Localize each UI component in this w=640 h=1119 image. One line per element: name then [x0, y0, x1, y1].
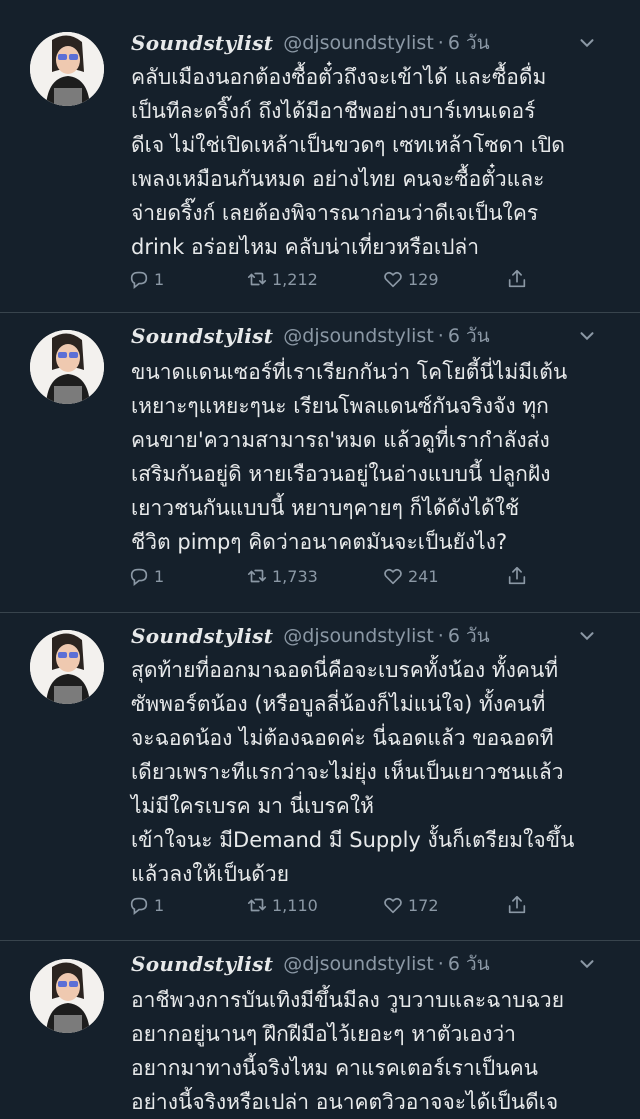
- tweet-text-line: ชีวิต pimpๆ คิดว่าอนาคตมันจะเป็นยังไง?: [131, 530, 508, 554]
- like-count: 241: [408, 566, 439, 586]
- tweet-header: Soundstylist @djsoundstylist · 6 วัน: [131, 621, 620, 651]
- tweet-text-line: เข้าใจนะ มีDemand มี Supply งั้นก็เตรียม…: [131, 828, 575, 852]
- reply-count: 1: [154, 895, 165, 915]
- author-name[interactable]: Soundstylist: [131, 324, 273, 348]
- chevron-down-icon[interactable]: [576, 625, 598, 647]
- avatar[interactable]: [30, 959, 104, 1033]
- retweet-icon: [247, 569, 267, 583]
- tweet-text: คลับเมืองนอกต้องซื้อตั๋วถึงจะเข้าได้ และ…: [131, 60, 631, 264]
- tweet-text: อาชีพวงการบันเทิงมีขึ้นมีลง วูบวาบและฉาบ…: [131, 983, 631, 1119]
- author-handle[interactable]: @djsoundstylist: [283, 953, 434, 975]
- author-handle[interactable]: @djsoundstylist: [283, 625, 434, 647]
- tweet-timestamp[interactable]: 6 วัน: [448, 28, 490, 58]
- tweet-actions: 1 1,110 172: [128, 890, 548, 920]
- tweet-text-line: ซัพพอร์ตน้อง (หรือบูลลี่น้องก็ไม่แน่ใจ) …: [131, 692, 546, 716]
- tweet[interactable]: Soundstylist @djsoundstylist · 6 วัน อาช…: [0, 941, 640, 1118]
- tweet-text-line: อย่างนี้จริงหรือเปล่า อนาคตวิวอาจจะได้เป…: [131, 1090, 559, 1114]
- chevron-down-icon[interactable]: [576, 32, 598, 54]
- tweet-actions: 1 1,212 129: [128, 264, 548, 294]
- retweet-button[interactable]: 1,733: [246, 561, 318, 591]
- tweet-text-line: เป็นทีละดริ๊งก์ ถึงได้มีอาชีพอย่างบาร์เท…: [131, 99, 536, 123]
- tweet-text-line: drink อร่อยไหม คลับน่าเที่ยวหรือเปล่า: [131, 235, 480, 259]
- tweet-text-line: เดียวเพราะทีแรกว่าจะไม่ยุ่ง เห็นเป็นเยาว…: [131, 760, 564, 784]
- author-handle[interactable]: @djsoundstylist: [283, 325, 434, 347]
- chevron-down-icon[interactable]: [576, 325, 598, 347]
- tweet-text-line: เยาวชนกันแบบนี้ หยาบๆคายๆ ก็ได้ดังได้ใช้: [131, 496, 520, 520]
- separator-dot: ·: [437, 953, 444, 975]
- author-name[interactable]: Soundstylist: [131, 624, 273, 648]
- timeline: Soundstylist @djsoundstylist · 6 วัน คลั…: [0, 0, 640, 1118]
- tweet-text-line: จ่ายดริ๊งก์ เลยต้องพิจารณาก่อนว่าดีเจเป็…: [131, 201, 539, 225]
- tweet-text: ขนาดแดนเซอร์ที่เราเรียกกันว่า โคโยตี้นี่…: [131, 355, 631, 559]
- heart-icon: [384, 568, 402, 585]
- tweet-text-line: เหยาะๆแหยะๆนะ เรียนโพลแดนซ์กันจริงจัง ทุ…: [131, 394, 549, 418]
- tweet-text-line: คนขาย'ความสามารถ'หมด แล้วดูที่เรากำลังส่…: [131, 428, 550, 452]
- tweet-text-line: อยากมาทางนี้จริงไหม คาแรคเตอร์เราเป็นคน: [131, 1056, 538, 1080]
- heart-icon: [384, 271, 402, 288]
- reply-button[interactable]: 1: [128, 561, 164, 591]
- tweet[interactable]: Soundstylist @djsoundstylist · 6 วัน ขนา…: [0, 313, 640, 613]
- avatar[interactable]: [30, 32, 104, 106]
- tweet-text-line: แล้วลงให้เป็นด้วย: [131, 862, 290, 886]
- retweet-icon: [247, 272, 267, 286]
- tweet-text-line: อาชีพวงการบันเทิงมีขึ้นมีลง วูบวาบและฉาบ…: [131, 988, 565, 1012]
- tweet-header: Soundstylist @djsoundstylist · 6 วัน: [131, 321, 620, 351]
- reply-icon: [130, 271, 148, 289]
- share-icon: [508, 269, 526, 288]
- tweet-text-line: คลับเมืองนอกต้องซื้อตั๋วถึงจะเข้าได้ และ…: [131, 65, 547, 89]
- tweet-text-line: เสริมกันอยู่ดิ หายเรือวนอยู่ในอ่างแบบนี้…: [131, 462, 551, 486]
- tweet-text-line: เพลงเหมือนกันหมด อย่างไทย คนจะซื้อตั๋วแล…: [131, 167, 545, 191]
- tweet-header: Soundstylist @djsoundstylist · 6 วัน: [131, 949, 620, 979]
- like-button[interactable]: 241: [382, 561, 439, 591]
- tweet-text: สุดท้ายที่ออกมาฉอดนี่คือจะเบรคทั้งน้อง ท…: [131, 653, 631, 891]
- like-button[interactable]: 129: [382, 264, 439, 294]
- retweet-count: 1,110: [272, 895, 318, 915]
- tweet-text-line: อยากอยู่นานๆ ฝึกฝีมือไว้เยอะๆ หาตัวเองว่…: [131, 1022, 516, 1046]
- like-count: 172: [408, 895, 439, 915]
- retweet-count: 1,733: [272, 566, 318, 586]
- reply-icon: [130, 897, 148, 915]
- reply-button[interactable]: 1: [128, 264, 164, 294]
- tweet-header: Soundstylist @djsoundstylist · 6 วัน: [131, 28, 620, 58]
- like-count: 129: [408, 269, 439, 289]
- separator-dot: ·: [437, 625, 444, 647]
- avatar[interactable]: [30, 630, 104, 704]
- retweet-count: 1,212: [272, 269, 318, 289]
- author-name[interactable]: Soundstylist: [131, 31, 273, 55]
- tweet-actions: 1 1,733 241: [128, 561, 548, 591]
- retweet-icon: [247, 898, 267, 912]
- separator-dot: ·: [437, 325, 444, 347]
- author-name[interactable]: Soundstylist: [131, 952, 273, 976]
- retweet-button[interactable]: 1,110: [246, 890, 318, 920]
- tweet-timestamp[interactable]: 6 วัน: [448, 949, 490, 979]
- tweet-text-line: ขนาดแดนเซอร์ที่เราเรียกกันว่า โคโยตี้นี่…: [131, 360, 568, 384]
- share-button[interactable]: [506, 890, 532, 920]
- like-button[interactable]: 172: [382, 890, 439, 920]
- chevron-down-icon[interactable]: [576, 953, 598, 975]
- tweet-text-line: จะฉอดน้อง ไม่ต้องฉอดค่ะ นี่ฉอดแล้ว ขอฉอด…: [131, 726, 554, 750]
- avatar[interactable]: [30, 330, 104, 404]
- separator-dot: ·: [437, 32, 444, 54]
- retweet-button[interactable]: 1,212: [246, 264, 318, 294]
- reply-count: 1: [154, 269, 165, 289]
- heart-icon: [384, 897, 402, 914]
- tweet[interactable]: Soundstylist @djsoundstylist · 6 วัน สุด…: [0, 613, 640, 941]
- reply-count: 1: [154, 566, 165, 586]
- reply-icon: [130, 568, 148, 586]
- reply-button[interactable]: 1: [128, 890, 164, 920]
- tweet[interactable]: Soundstylist @djsoundstylist · 6 วัน คลั…: [0, 0, 640, 313]
- share-button[interactable]: [506, 561, 532, 591]
- tweet-text-line: ไม่มีใครเบรค มา นี่เบรคให้: [131, 794, 374, 818]
- share-icon: [508, 566, 526, 585]
- share-icon: [508, 895, 526, 914]
- tweet-text-line: ดีเจ ไม่ใช่เปิดเหล้าเป็นขวดๆ เซทเหล้าโซด…: [131, 133, 565, 157]
- share-button[interactable]: [506, 264, 532, 294]
- author-handle[interactable]: @djsoundstylist: [283, 32, 434, 54]
- tweet-timestamp[interactable]: 6 วัน: [448, 321, 490, 351]
- tweet-timestamp[interactable]: 6 วัน: [448, 621, 490, 651]
- tweet-text-line: สุดท้ายที่ออกมาฉอดนี่คือจะเบรคทั้งน้อง ท…: [131, 658, 559, 682]
